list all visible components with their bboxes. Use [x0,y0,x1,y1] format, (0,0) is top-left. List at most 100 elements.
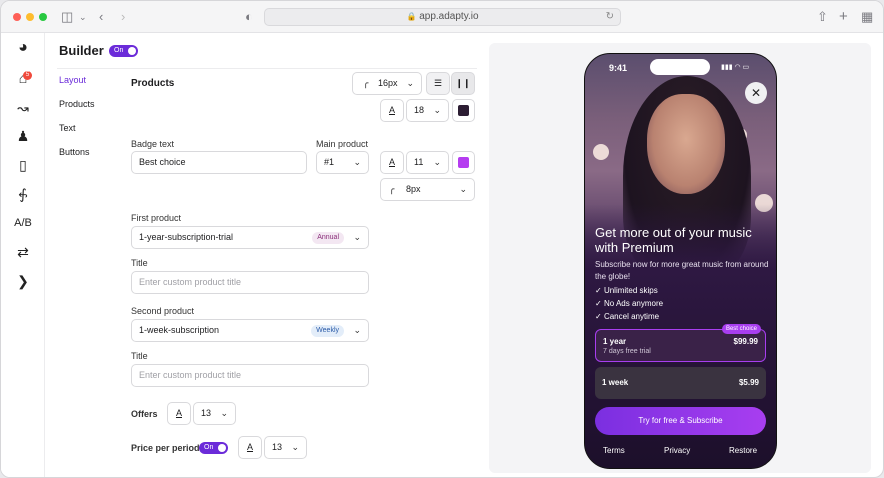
url-text: app.adapty.io [419,11,479,22]
url-bar[interactable]: 🔒 app.adapty.io ↻ [264,8,621,26]
text-format-icon: A [388,105,395,115]
nav-text[interactable]: Text [59,123,76,133]
price-per-period-toggle[interactable]: On [199,442,228,454]
dynamic-island [650,59,710,75]
paywall-subtitle: Subscribe now for more great music from … [595,260,769,281]
ppp-size-select[interactable]: 13 ⌄ [264,436,307,459]
layout-list-button[interactable]: ☰ [426,72,450,95]
chevron-down-icon[interactable]: ⌄ [79,9,87,25]
plan-price: $99.99 [733,337,758,346]
chevron-down-icon: ⌄ [291,442,299,452]
ppp-font-style-button[interactable]: A [238,436,262,459]
corner-radius-icon: ╭ [389,184,395,194]
new-tab-icon[interactable]: + [839,9,848,25]
weekly-badge: Weekly [311,325,344,337]
browser-window: ◫ ⌄ ‹ › ◐ 🔒 app.adapty.io ↻ ⇧ + ▦ ◕ ⌂ 5 … [0,0,884,478]
corner-radius-select[interactable]: ╭ 16px ⌄ [352,72,422,95]
maximize-dot[interactable] [39,13,47,21]
chevron-down-icon: ⌄ [353,325,361,335]
check-icon: ✓ [595,286,602,295]
color-swatch [458,105,469,116]
forward-arrow-icon[interactable]: › [121,9,125,25]
font-size-value: 18 [414,105,425,115]
font-style-button[interactable]: A [380,99,404,122]
integrations-icon[interactable]: ⇄ [14,243,32,261]
second-product-value: 1-week-subscription [139,325,220,335]
nav-layout[interactable]: Layout [59,75,86,85]
text-format-icon: A [175,408,182,418]
analytics-icon[interactable]: ↝ [14,99,32,117]
second-product-label: Second product [131,306,195,316]
paywall-headline: Get more out of your music with Premium [595,225,752,255]
close-icon[interactable]: ✕ [745,82,767,104]
check-icon: ✓ [595,312,602,321]
first-product-select[interactable]: 1-year-subscription-trial Annual ⌄ [131,226,369,249]
share-icon[interactable]: ⇧ [817,9,828,25]
restore-link[interactable]: Restore [729,446,757,455]
plan-yearly[interactable]: Best choice 1 year 7 days free trial $99… [595,324,766,362]
price-per-period-label: Price per period [131,443,200,453]
terms-link[interactable]: Terms [603,446,625,455]
offers-font-style-button[interactable]: A [167,402,191,425]
users-icon[interactable]: ♟ [14,127,32,145]
badge-color-button[interactable] [452,151,475,174]
badge-font-size-select[interactable]: 11 ⌄ [406,151,449,174]
text-color-button[interactable] [452,99,475,122]
status-icons: ▮▮▮ ◠ ▭ [721,64,750,71]
back-arrow-icon[interactable]: ‹ [99,9,103,25]
events-feed-icon[interactable]: ❯ [14,272,32,290]
list-icon: ☰ [433,78,443,88]
badge-font-style-button[interactable]: A [380,151,404,174]
paywall-icon[interactable]: ▯ [14,156,32,174]
close-dot[interactable] [13,13,21,21]
text-format-icon: A [388,157,395,167]
tab-overview-icon[interactable]: ▦ [861,9,873,25]
annual-badge: Annual [312,232,344,244]
plan-weekly[interactable]: 1 week $5.99 [595,367,766,399]
browser-titlebar: ◫ ⌄ ‹ › ◐ 🔒 app.adapty.io ↻ ⇧ + ▦ [1,1,883,33]
privacy-link[interactable]: Privacy [664,446,690,455]
font-size-select[interactable]: 18 ⌄ [406,99,449,122]
main-product-select[interactable]: #1 ⌄ [316,151,369,174]
badge-radius-select[interactable]: ╭ 8px ⌄ [380,178,475,201]
adapty-logo-icon[interactable]: ◕ [14,39,32,57]
title1-input[interactable]: Enter custom product title [131,271,369,294]
title1-label: Title [131,258,148,268]
header-divider [57,68,477,69]
privacy-shield-icon[interactable]: ◐ [245,9,253,25]
plan-trial: 7 days free trial [603,348,651,355]
first-product-value: 1-year-subscription-trial [139,232,234,242]
first-product-label: First product [131,213,182,223]
offers-size-select[interactable]: 13 ⌄ [193,402,236,425]
title2-label: Title [131,351,148,361]
text-format-icon: A [246,442,253,452]
offers-size-value: 13 [201,408,212,418]
status-time: 9:41 [609,63,628,73]
feature-item: ✓ No Ads anymore [595,299,664,308]
placements-icon[interactable]: ⨗ [14,185,32,203]
nav-products[interactable]: Products [59,99,95,109]
chevron-down-icon: ⌄ [433,105,441,115]
bokeh-light [593,144,609,160]
ab-test-icon[interactable]: A/B [14,214,32,232]
plan-name: 1 week [602,378,629,387]
title2-input[interactable]: Enter custom product title [131,364,369,387]
feature-item: ✓ Cancel anytime [595,312,660,321]
main-product-value: #1 [324,157,335,167]
best-choice-badge: Best choice [721,324,761,334]
notification-badge: 5 [23,71,32,80]
phone-preview: 9:41 ▮▮▮ ◠ ▭ ✕ Get more out of your musi… [584,53,777,469]
nav-buttons[interactable]: Buttons [59,147,90,157]
sidebar-toggle-icon[interactable]: ◫ [61,9,73,25]
subscribe-button[interactable]: Try for free & Subscribe [595,407,766,435]
minimize-dot[interactable] [26,13,34,21]
layout-columns-button[interactable]: ❙❙ [451,72,475,95]
lock-icon: 🔒 [406,12,417,21]
reload-icon[interactable]: ↻ [606,9,614,25]
builder-toggle[interactable]: On [109,45,138,57]
color-swatch [458,157,469,168]
badge-font-size-value: 11 [414,157,424,167]
badge-text-input[interactable]: Best choice [131,151,307,174]
chevron-down-icon: ⌄ [353,157,361,167]
second-product-select[interactable]: 1-week-subscription Weekly ⌄ [131,319,369,342]
